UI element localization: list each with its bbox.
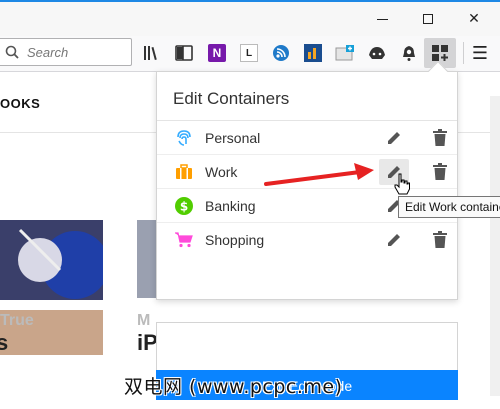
- toolbar-separator: [463, 42, 464, 64]
- page-heading: OOKS: [0, 96, 41, 111]
- dollar-icon: $: [175, 197, 193, 215]
- lastpass-icon[interactable]: L: [238, 42, 260, 64]
- article-title-fragment[interactable]: s: [0, 330, 8, 356]
- edit-personal-button[interactable]: [379, 125, 409, 151]
- search-input[interactable]: Search: [0, 38, 132, 66]
- notifications-icon[interactable]: [398, 42, 420, 64]
- article-thumbnail-partial[interactable]: [137, 220, 157, 298]
- pencil-icon: [388, 132, 400, 144]
- article-title-fragment-2[interactable]: iP: [137, 330, 158, 356]
- search-icon: [5, 45, 19, 59]
- hand-cursor-icon: [394, 173, 410, 195]
- container-name: Personal: [205, 130, 261, 146]
- container-row-shopping[interactable]: Shopping: [157, 223, 457, 257]
- containers-icon[interactable]: [429, 42, 451, 64]
- red-arrow-annotation: [264, 163, 374, 186]
- article-caption-faded-2: M: [137, 312, 151, 329]
- onenote-icon[interactable]: N: [206, 42, 228, 64]
- page-scrollbar[interactable]: [490, 96, 500, 396]
- trash-icon: [433, 163, 447, 180]
- briefcase-icon: [175, 163, 193, 181]
- container-name: Banking: [205, 198, 256, 214]
- library-icon[interactable]: [141, 42, 163, 64]
- maximize-icon[interactable]: [405, 2, 451, 36]
- container-name: Shopping: [205, 232, 265, 248]
- svg-text:$: $: [180, 200, 188, 214]
- edit-shopping-button[interactable]: [379, 227, 409, 253]
- screenshot-icon[interactable]: [334, 42, 356, 64]
- feed-icon[interactable]: [270, 42, 292, 64]
- delete-work-button[interactable]: [427, 159, 453, 185]
- trash-icon: [433, 129, 447, 146]
- article-thumbnail[interactable]: [0, 220, 103, 300]
- pencil-icon: [388, 234, 400, 246]
- container-name: Work: [205, 164, 238, 180]
- minimize-icon[interactable]: [359, 2, 405, 36]
- menu-icon[interactable]: ☰: [469, 42, 491, 64]
- privacy-badger-icon[interactable]: [366, 42, 388, 64]
- browser-toolbar: Search N L ☰: [0, 36, 500, 72]
- panel-title: Edit Containers: [173, 89, 290, 108]
- cart-icon: [175, 231, 193, 249]
- delete-personal-button[interactable]: [427, 125, 453, 151]
- reader-view-icon[interactable]: [173, 42, 195, 64]
- article-caption-faded: True: [0, 312, 34, 329]
- edit-tooltip: Edit Work container: [398, 196, 500, 218]
- delete-shopping-button[interactable]: [427, 227, 453, 253]
- watermark-text: 双电网 (www.pcpc.me): [124, 376, 343, 398]
- close-icon[interactable]: ✕: [451, 2, 497, 36]
- container-row-personal[interactable]: Personal: [157, 121, 457, 155]
- stats-icon[interactable]: [302, 42, 324, 64]
- search-placeholder: Search: [27, 45, 69, 60]
- title-bar: ✕: [0, 2, 500, 36]
- trash-icon: [433, 231, 447, 248]
- fingerprint-icon: [175, 129, 193, 147]
